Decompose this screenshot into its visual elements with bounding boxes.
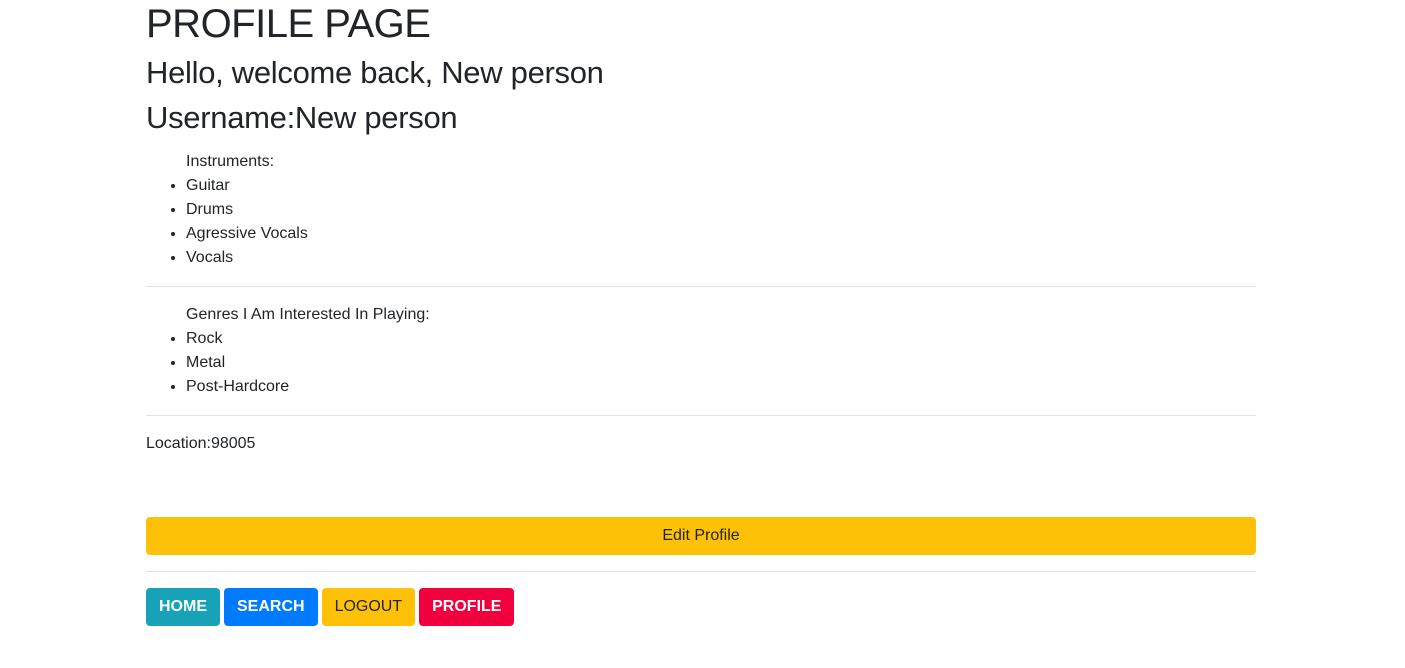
welcome-heading: Hello, welcome back, New person xyxy=(146,55,604,90)
profile-button[interactable]: PROFILE xyxy=(419,588,515,626)
genres-label: Genres I Am Interested In Playing: xyxy=(186,306,430,323)
instruments-list: Guitar Drums Agressive Vocals Vocals xyxy=(146,174,1256,270)
list-item: Rock xyxy=(186,327,1256,351)
edit-profile-button[interactable]: Edit Profile xyxy=(146,517,1256,555)
list-item: Drums xyxy=(186,198,1256,222)
bottom-nav: HOME SEARCH LOGOUT PROFILE xyxy=(146,588,515,626)
list-item: Vocals xyxy=(186,246,1256,270)
page-title: PROFILE PAGE xyxy=(146,2,431,46)
section-divider xyxy=(146,286,1256,287)
username-heading: Username:New person xyxy=(146,100,458,135)
list-item: Agressive Vocals xyxy=(186,222,1256,246)
logout-button[interactable]: LOGOUT xyxy=(321,588,416,626)
footer-divider xyxy=(146,571,1256,572)
genres-list: Rock Metal Post-Hardcore xyxy=(146,327,1256,399)
search-button[interactable]: SEARCH xyxy=(224,588,318,626)
home-button[interactable]: HOME xyxy=(146,588,220,626)
list-item: Guitar xyxy=(186,174,1256,198)
instruments-section: Instruments: Guitar Drums Agressive Voca… xyxy=(146,150,1256,270)
location-text: Location:98005 xyxy=(146,435,256,452)
instruments-label: Instruments: xyxy=(186,153,275,170)
genres-section: Genres I Am Interested In Playing: Rock … xyxy=(146,303,1256,399)
section-divider xyxy=(146,415,1256,416)
list-item: Metal xyxy=(186,351,1256,375)
list-item: Post-Hardcore xyxy=(186,375,1256,399)
profile-container: PROFILE PAGE Hello, welcome back, New pe… xyxy=(146,0,1256,626)
